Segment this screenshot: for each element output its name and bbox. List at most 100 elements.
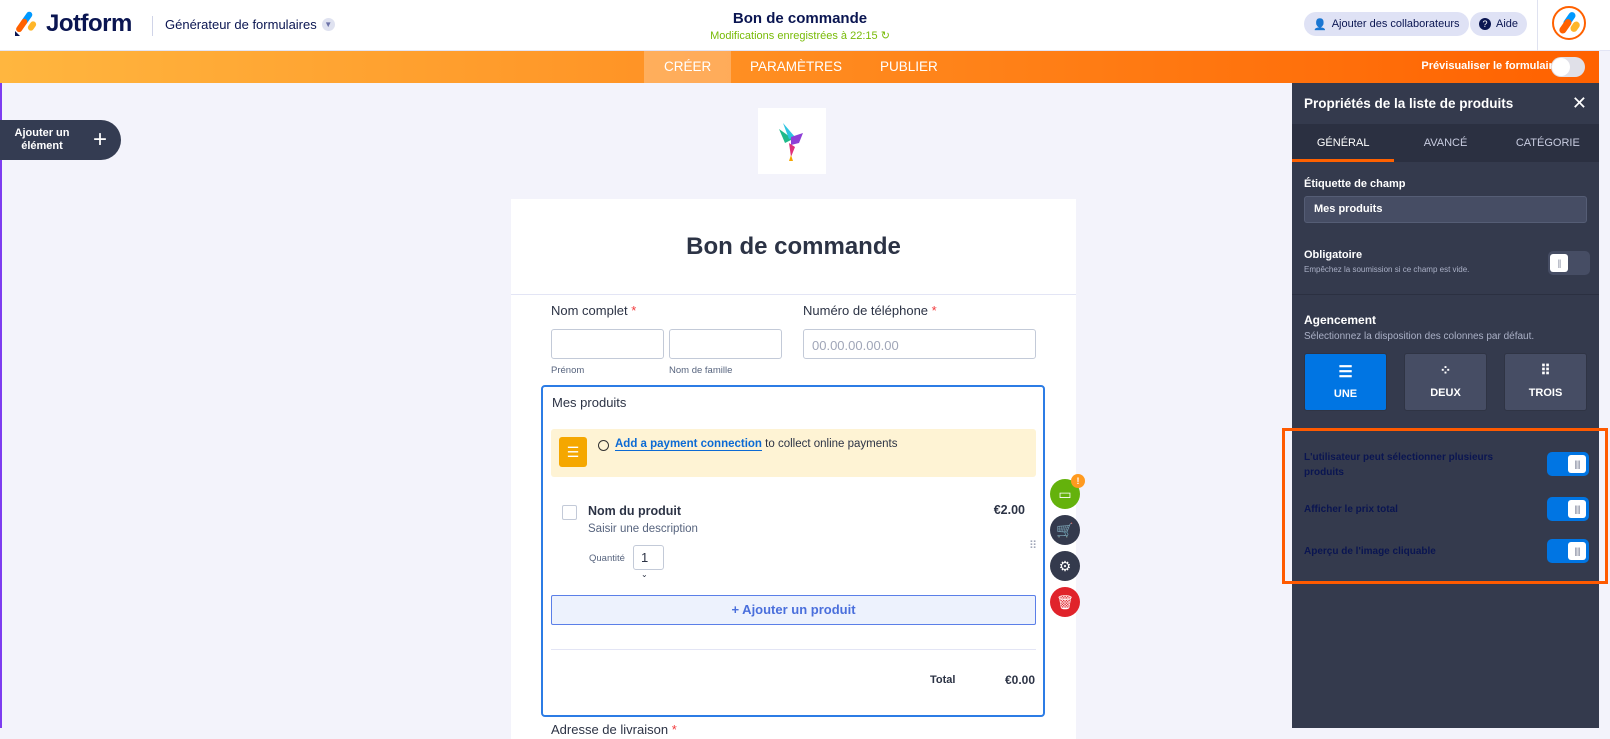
multiple-products-toggle[interactable]: |||| <box>1547 452 1589 476</box>
warning-badge: ! <box>1071 474 1085 488</box>
form-logo[interactable] <box>758 108 826 174</box>
product-list-field[interactable]: Mes produits ☰ Add a payment connection … <box>541 385 1045 717</box>
phone-label: Numéro de téléphone * <box>803 303 937 318</box>
layout-title: Agencement <box>1304 313 1377 327</box>
credit-card-icon: ▭ <box>1058 486 1072 502</box>
quantity-label: Quantité <box>589 553 625 564</box>
checklist-icon: ☰ <box>559 437 587 467</box>
option-show-total-label: Afficher le prix total <box>1304 504 1398 515</box>
banner-text: Add a payment connection to collect onli… <box>615 438 898 451</box>
help-label: Aide <box>1496 18 1519 30</box>
phone-label-text: Numéro de téléphone <box>803 303 929 318</box>
total-value: €0.00 <box>1004 673 1035 687</box>
layout-three-button[interactable]: ⠿ TROIS <box>1504 353 1587 411</box>
quantity-select[interactable]: 1 ⌄ <box>633 545 664 579</box>
first-name-sublabel: Prénom <box>551 365 585 376</box>
image-preview-toggle[interactable]: |||| <box>1547 539 1589 563</box>
product-checkbox[interactable] <box>562 505 577 520</box>
top-header: Jotform Générateur de formulaires ▼ Bon d… <box>0 0 1610 51</box>
banner-text-rest: to collect online payments <box>765 438 898 450</box>
tab-publish[interactable]: PUBLIER <box>860 51 958 83</box>
product-description: Saisir une description <box>588 523 698 535</box>
tab-create[interactable]: CRÉER <box>644 51 732 83</box>
radio-icon <box>598 440 609 451</box>
grid-three-icon: ⠿ <box>1540 362 1551 378</box>
panel-tabs: GÉNÉRAL AVANCÉ CATÉGORIE <box>1292 124 1599 162</box>
field-label-input[interactable]: Mes produits <box>1304 196 1587 223</box>
cart-icon: 🛒 <box>1056 522 1074 538</box>
payment-banner: ☰ Add a payment connection to collect on… <box>551 429 1036 477</box>
last-name-input[interactable] <box>669 329 782 359</box>
list-icon: ☰ <box>1338 364 1353 381</box>
divider <box>1292 294 1599 295</box>
divider <box>551 649 1036 650</box>
option-image-preview-label: Aperçu de l'image cliquable <box>1304 546 1436 557</box>
drag-handle-icon[interactable]: ⠿ <box>1029 539 1037 552</box>
save-status-text: Modifications enregistrées à 22:15 <box>710 30 878 42</box>
properties-panel: Propriétés de la liste de produits ✕ GÉNÉ… <box>1292 83 1599 728</box>
layout-two-button[interactable]: ⁘ DEUX <box>1404 353 1487 411</box>
help-icon: ? <box>1479 18 1491 30</box>
layout-description: Sélectionnez la disposition des colonnes… <box>1304 331 1535 342</box>
preview-label: Prévisualiser le formulaire <box>1421 60 1559 72</box>
preview-toggle[interactable] <box>1551 57 1585 77</box>
help-button[interactable]: ? Aide <box>1470 12 1528 36</box>
required-star: * <box>671 722 677 737</box>
grid-two-icon: ⁘ <box>1439 362 1452 378</box>
last-name-sublabel: Nom de famille <box>669 365 733 376</box>
field-label-title: Étiquette de champ <box>1304 178 1406 190</box>
quantity-value: 1 <box>641 550 649 565</box>
show-total-toggle[interactable]: |||| <box>1547 497 1589 521</box>
chevron-down-icon: ⌄ <box>641 570 648 579</box>
close-icon[interactable]: ✕ <box>1572 93 1587 114</box>
add-element-button[interactable]: Ajouter un élément + <box>0 120 121 160</box>
settings-button[interactable]: ⚙ <box>1050 551 1080 581</box>
add-product-button[interactable]: + Ajouter un produit <box>551 595 1036 625</box>
shipping-address-label-text: Adresse de livraison <box>551 722 669 737</box>
layout-three-label: TROIS <box>1528 387 1563 399</box>
product-list-label: Mes produits <box>552 395 627 410</box>
gear-icon: ⚙ <box>1058 558 1072 574</box>
required-star: * <box>631 303 637 318</box>
edge-line <box>0 83 2 728</box>
tab-settings[interactable]: PARAMÈTRES <box>730 51 862 83</box>
main-nav: CRÉER PARAMÈTRES PUBLIER Prévisualiser l… <box>0 51 1599 83</box>
delete-button[interactable]: 🗑 <box>1050 587 1080 617</box>
form-heading[interactable]: Bon de commande <box>511 199 1076 295</box>
divider <box>1537 0 1538 51</box>
required-description: Empêchez la soumission si ce champ est v… <box>1304 265 1470 274</box>
layout-one-button[interactable]: ☰ UNE <box>1304 353 1387 411</box>
first-name-input[interactable] <box>551 329 664 359</box>
add-collaborators-label: Ajouter des collaborateurs <box>1331 18 1460 30</box>
layout-one-label: UNE <box>1333 388 1358 400</box>
avatar[interactable] <box>1552 6 1586 40</box>
bird-logo-icon <box>779 123 803 161</box>
tab-advanced[interactable]: AVANCÉ <box>1394 124 1496 162</box>
refresh-icon: ↻ <box>880 30 890 42</box>
trash-icon: 🗑 <box>1056 594 1074 610</box>
option-multiple-products-label: L'utilisateur peut sélectionner plusieur… <box>1304 452 1494 478</box>
required-star: * <box>931 303 937 318</box>
cart-button[interactable]: 🛒 <box>1050 515 1080 545</box>
product-price: €2.00 <box>993 503 1025 517</box>
panel-title: Propriétés de la liste de produits <box>1304 96 1514 111</box>
layout-two-label: DEUX <box>1430 387 1461 399</box>
add-element-label: Ajouter un élément <box>14 127 70 152</box>
add-payment-connection-link[interactable]: Add a payment connection <box>615 438 762 451</box>
panel-header: Propriétés de la liste de produits ✕ <box>1292 83 1599 124</box>
full-name-label-text: Nom complet <box>551 303 628 318</box>
phone-input[interactable]: 00.00.00.00.00 <box>803 329 1036 359</box>
plus-icon: + <box>93 126 108 153</box>
tab-general[interactable]: GÉNÉRAL <box>1292 124 1395 162</box>
user-icon: 👤 <box>1313 18 1327 31</box>
tab-category[interactable]: CATÉGORIE <box>1497 124 1599 162</box>
full-name-label: Nom complet * <box>551 303 636 318</box>
total-label: Total <box>930 674 956 686</box>
product-name: Nom du produit <box>588 504 682 518</box>
field-label-section: Étiquette de champ Mes produits <box>1292 162 1599 223</box>
required-toggle[interactable]: || <box>1548 251 1590 275</box>
shipping-address-label: Adresse de livraison * <box>551 722 677 737</box>
add-collaborators-button[interactable]: 👤 Ajouter des collaborateurs <box>1304 12 1469 36</box>
avatar-logo-icon <box>1559 12 1580 34</box>
required-title: Obligatoire <box>1304 249 1363 261</box>
